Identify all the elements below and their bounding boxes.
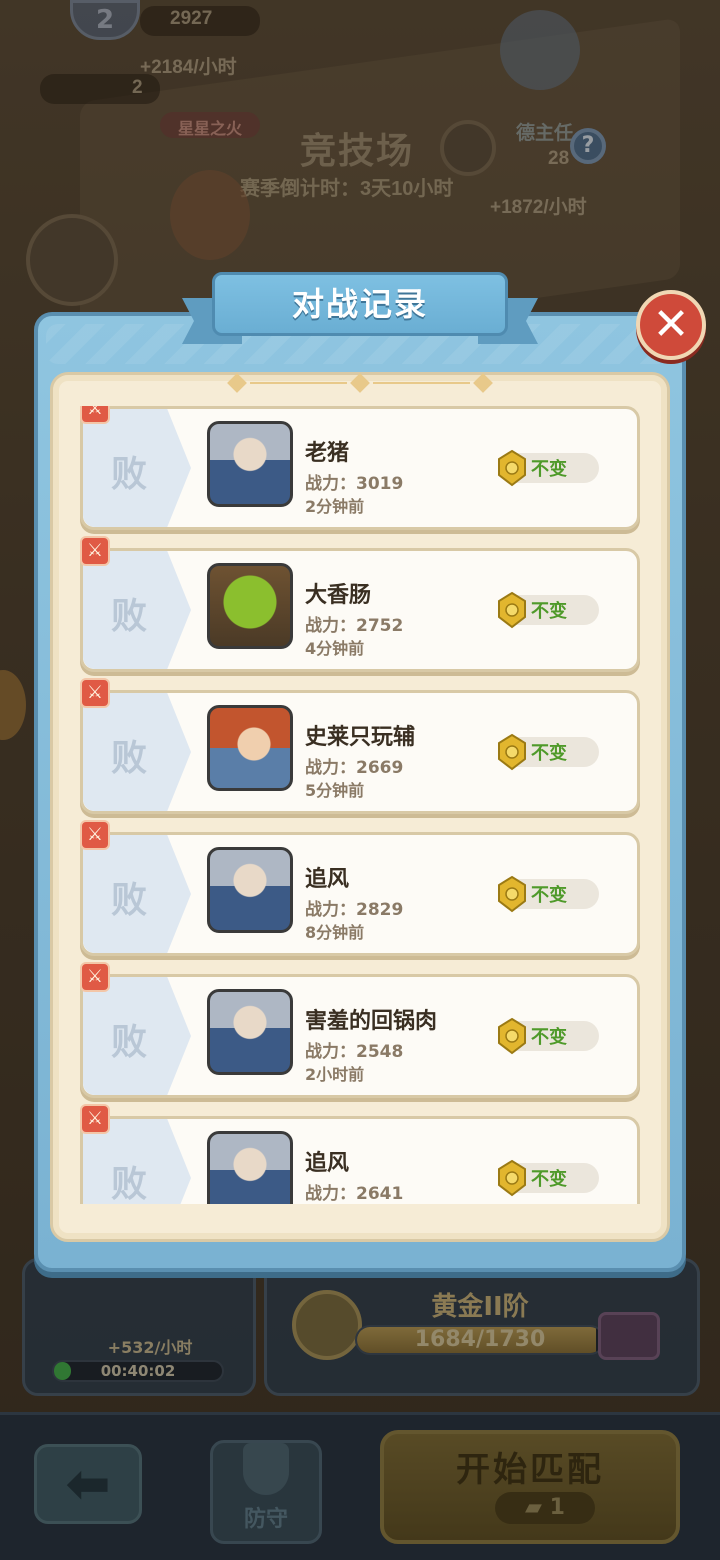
result-tab: 败	[83, 409, 191, 527]
record-card[interactable]: 败 害羞的回锅肉战力：2548 2小时前 不变	[80, 974, 640, 1098]
rank-change-label: 不变	[531, 885, 567, 906]
opponent-avatar[interactable]	[207, 421, 293, 507]
rank-change-label: 不变	[531, 601, 567, 622]
result-label: 败	[111, 454, 148, 495]
battle-time: 2小时前	[305, 1065, 365, 1084]
swords-glyph: ⚔	[86, 1108, 104, 1129]
result-tab: 败	[83, 551, 191, 669]
crossed-swords-icon: ⚔	[80, 820, 110, 850]
rank-change-label: 不变	[531, 459, 567, 480]
opponent-name: 追风	[305, 1151, 350, 1176]
crossed-swords-icon: ⚔	[80, 536, 110, 566]
swords-glyph: ⚔	[86, 966, 104, 987]
battle-time: 4分钟前	[305, 639, 365, 658]
opponent-name: 大香肠	[305, 583, 372, 608]
rank-change-label: 不变	[531, 1027, 567, 1048]
result-tab: 败	[83, 835, 191, 953]
gold-medal-icon	[498, 449, 526, 487]
opponent-name: 老猪	[305, 441, 350, 466]
gold-medal-icon	[498, 591, 526, 629]
close-icon: ✕	[652, 299, 690, 350]
rank-change-label: 不变	[531, 743, 567, 764]
opponent-name: 害羞的回锅肉	[305, 1009, 438, 1034]
swords-glyph: ⚔	[86, 682, 104, 703]
opponent-avatar[interactable]	[207, 847, 293, 933]
crossed-swords-icon: ⚔	[80, 962, 110, 992]
result-label: 败	[111, 738, 148, 779]
opponent-power: 战力：2641	[305, 1184, 404, 1204]
result-tab: 败	[83, 977, 191, 1095]
gold-medal-icon	[498, 1017, 526, 1055]
record-card[interactable]: 败 追风战力：2641 不变	[80, 1116, 640, 1204]
result-tab: 败	[83, 693, 191, 811]
opponent-name: 追风	[305, 867, 350, 892]
crossed-swords-icon: ⚔	[80, 406, 110, 424]
swords-glyph: ⚔	[86, 540, 104, 561]
opponent-avatar[interactable]	[207, 1131, 293, 1204]
result-label: 败	[111, 880, 148, 921]
opponent-power: 战力：2829	[305, 900, 404, 920]
gold-medal-icon	[498, 733, 526, 771]
opponent-name: 史莱只玩辅	[305, 725, 416, 750]
record-card[interactable]: 败 老猪战力：3019 2分钟前 不变	[80, 406, 640, 530]
opponent-power: 战力：2669	[305, 758, 404, 778]
opponent-power: 战力：2548	[305, 1042, 404, 1062]
opponent-avatar[interactable]	[207, 705, 293, 791]
opponent-avatar[interactable]	[207, 563, 293, 649]
rank-change-label: 不变	[531, 1169, 567, 1190]
record-card[interactable]: 败 大香肠战力：2752 4分钟前 不变	[80, 548, 640, 672]
crossed-swords-icon: ⚔	[80, 1104, 110, 1134]
result-label: 败	[111, 1164, 148, 1204]
swords-glyph: ⚔	[86, 824, 104, 845]
gold-medal-icon	[498, 875, 526, 913]
battle-time: 8分钟前	[305, 923, 365, 942]
dialog-title-ribbon: 对战记录	[182, 272, 538, 344]
swords-glyph: ⚔	[86, 406, 104, 419]
gold-medal-icon	[498, 1159, 526, 1197]
battle-time: 2分钟前	[305, 497, 365, 516]
panel-ornament	[227, 373, 493, 393]
opponent-power: 战力：3019	[305, 474, 404, 494]
record-card[interactable]: 败 追风战力：2829 8分钟前 不变	[80, 832, 640, 956]
opponent-power: 战力：2752	[305, 616, 404, 636]
result-label: 败	[111, 1022, 148, 1063]
dialog-title: 对战记录	[291, 285, 428, 323]
opponent-avatar[interactable]	[207, 989, 293, 1075]
battle-record-list[interactable]: 败老猪 战力：3019 2分钟前 不变 ⚔ 败大香肠 战力：2752 4分钟前 不变 ⚔ 败史莱只玩…	[80, 406, 640, 1204]
record-card[interactable]: 败 史莱只玩辅战力：2669 5分钟前 不变	[80, 690, 640, 814]
result-label: 败	[111, 596, 148, 637]
close-button[interactable]: ✕	[636, 290, 706, 360]
crossed-swords-icon: ⚔	[80, 678, 110, 708]
battle-time: 5分钟前	[305, 781, 365, 800]
